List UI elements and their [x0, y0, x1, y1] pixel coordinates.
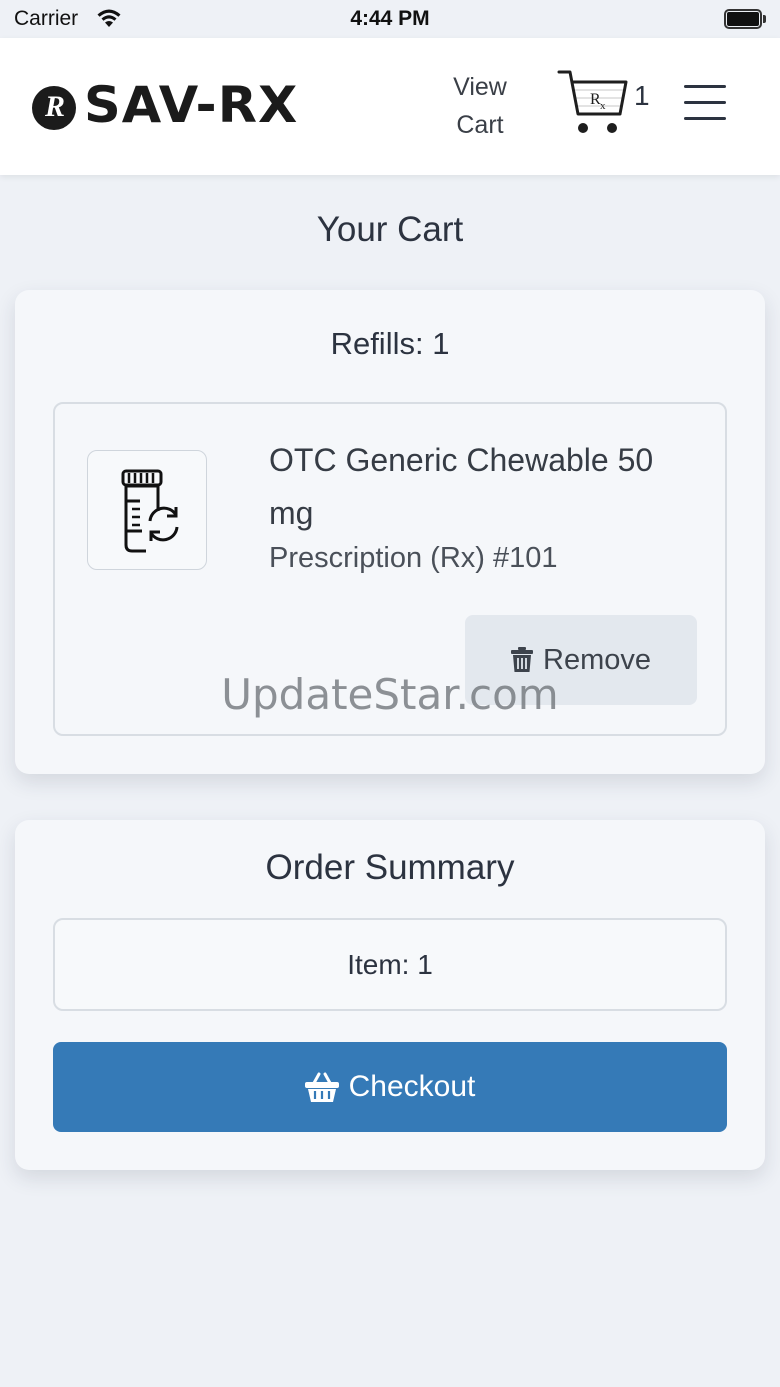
- view-cart-line1: View: [453, 73, 507, 101]
- basket-icon: [304, 1072, 339, 1102]
- clock: 4:44 PM: [350, 7, 430, 30]
- watermark: UpdateStar.com: [221, 670, 559, 719]
- order-summary-heading: Order Summary: [265, 848, 515, 887]
- logo-mark-icon: R: [32, 86, 76, 130]
- item-prescription-number: Prescription (Rx) #101: [269, 542, 558, 574]
- battery-icon: [724, 9, 766, 29]
- order-summary-card: Order Summary Item: 1 Checkout: [15, 820, 765, 1170]
- svg-text:x: x: [600, 100, 606, 112]
- checkout-button[interactable]: Checkout: [53, 1042, 727, 1132]
- item-name: OTC Generic Chewable 50 mg: [269, 442, 654, 531]
- rx-cart-icon[interactable]: R x: [556, 68, 630, 142]
- view-cart-link[interactable]: View Cart: [440, 68, 520, 144]
- status-bar: Carrier 4:44 PM: [0, 0, 780, 38]
- top-navbar: R SAV-RX View Cart R x 1: [0, 38, 780, 175]
- refills-heading: Refills: 1: [330, 326, 450, 361]
- page-title: Your Cart: [316, 210, 464, 249]
- cart-count-badge: 1: [634, 80, 650, 111]
- hamburger-menu-icon[interactable]: [684, 85, 726, 121]
- logo-text: SAV-RX: [84, 76, 299, 134]
- item-count: Item: 1: [347, 948, 433, 980]
- pill-bottle-refill-icon: [87, 450, 207, 570]
- sav-rx-logo[interactable]: R SAV-RX: [32, 76, 314, 134]
- checkout-button-label: Checkout: [348, 1070, 476, 1103]
- item-count-box: Item: 1: [53, 918, 727, 1011]
- view-cart-line2: Cart: [456, 111, 504, 139]
